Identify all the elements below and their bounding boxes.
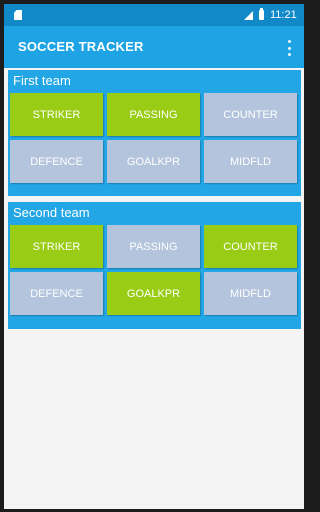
second-team-button-grid: STRIKER PASSING COUNTER DEFENCE GOALKPR …: [10, 225, 297, 315]
signal-icon: [244, 11, 253, 20]
sd-card-icon: [14, 10, 22, 20]
first-team-goalkpr-button[interactable]: GOALKPR: [107, 140, 200, 183]
first-team-defence-button[interactable]: DEFENCE: [10, 140, 103, 183]
app-bar: SOCCER TRACKER: [4, 26, 304, 68]
status-bar: 11:21: [4, 4, 304, 26]
first-team-midfld-button[interactable]: MIDFLD: [204, 140, 297, 183]
first-team-button-grid: STRIKER PASSING COUNTER DEFENCE GOALKPR …: [10, 93, 297, 183]
app-screen: 11:21 SOCCER TRACKER First team STRIKER …: [4, 4, 304, 509]
first-team-passing-button[interactable]: PASSING: [107, 93, 200, 136]
status-time: 11:21: [270, 9, 297, 21]
first-team-striker-button[interactable]: STRIKER: [10, 93, 103, 136]
first-team-panel: First team STRIKER PASSING COUNTER DEFEN…: [8, 70, 301, 196]
second-team-striker-button[interactable]: STRIKER: [10, 225, 103, 268]
second-team-goalkpr-button[interactable]: GOALKPR: [107, 272, 200, 315]
second-team-passing-button[interactable]: PASSING: [107, 225, 200, 268]
team-label: First team: [13, 73, 71, 88]
battery-icon: [259, 8, 264, 20]
second-team-midfld-button[interactable]: MIDFLD: [204, 272, 297, 315]
second-team-defence-button[interactable]: DEFENCE: [10, 272, 103, 315]
team-label: Second team: [13, 205, 90, 220]
app-title: SOCCER TRACKER: [18, 39, 144, 54]
first-team-counter-button[interactable]: COUNTER: [204, 93, 297, 136]
overflow-menu-icon[interactable]: [287, 40, 291, 56]
second-team-counter-button[interactable]: COUNTER: [204, 225, 297, 268]
second-team-panel: Second team STRIKER PASSING COUNTER DEFE…: [8, 202, 301, 329]
